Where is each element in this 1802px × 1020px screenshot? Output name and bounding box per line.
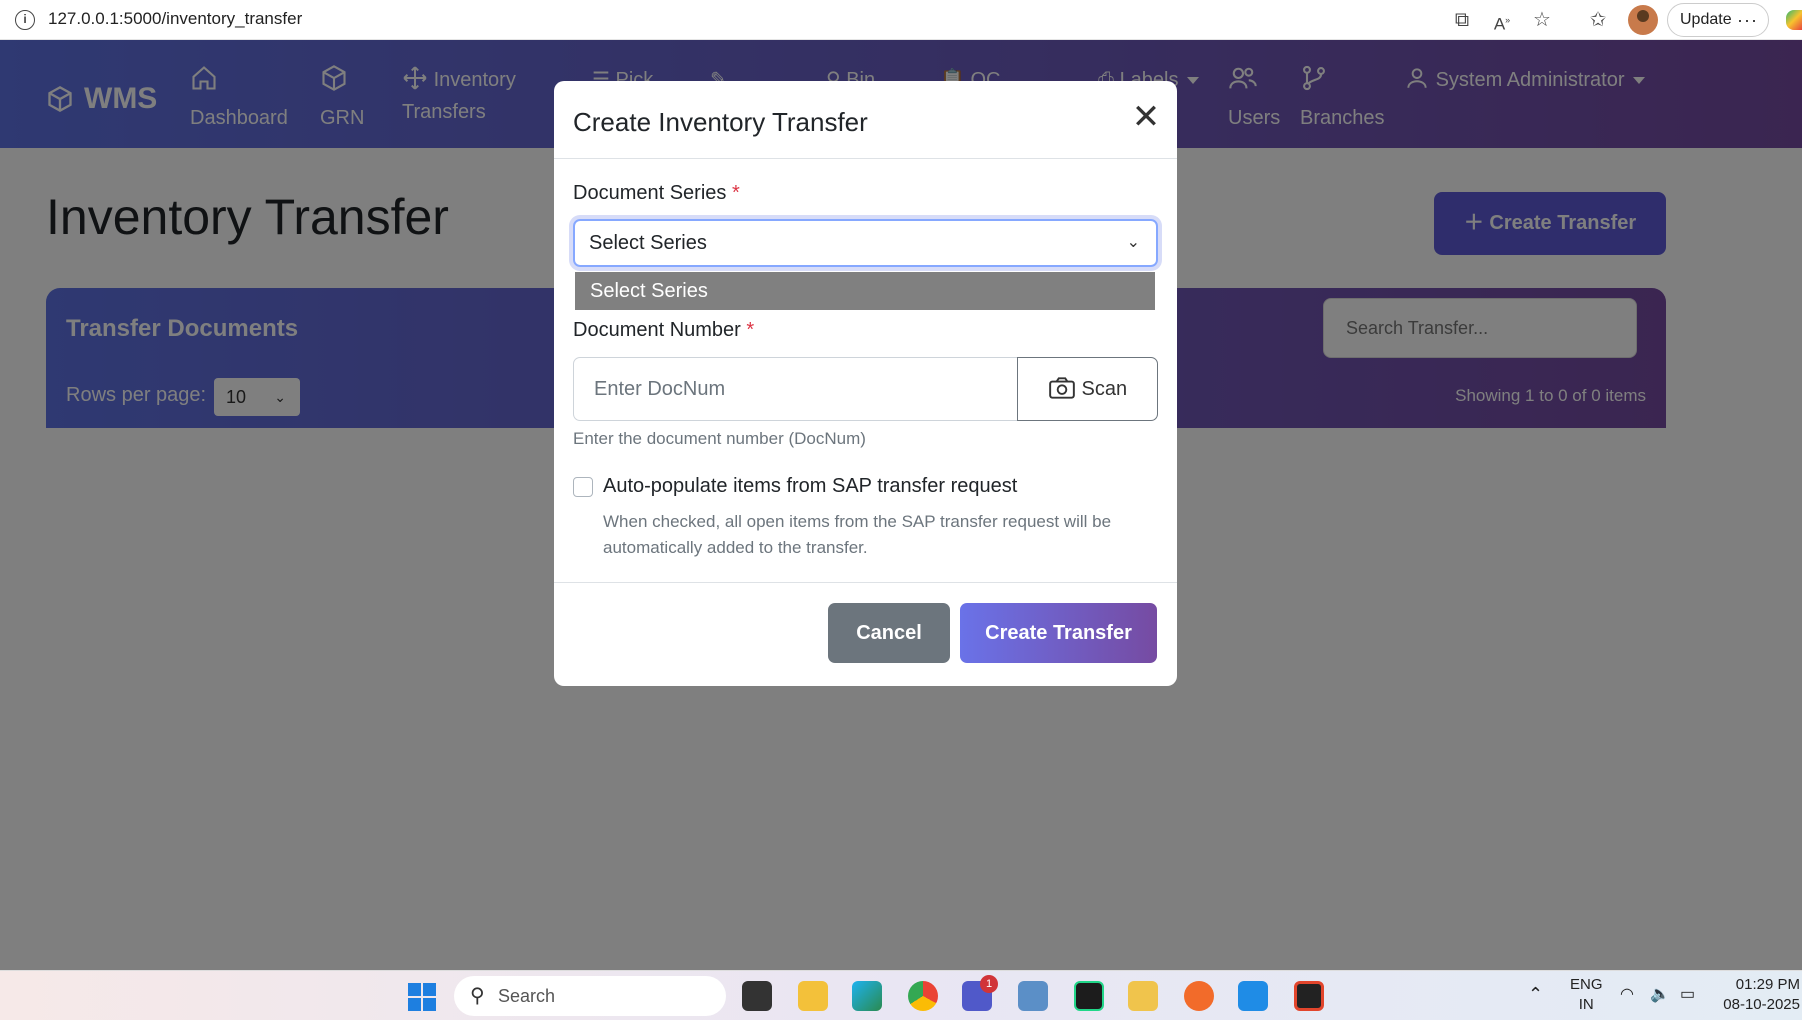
pycharm-icon[interactable] <box>1074 981 1104 1011</box>
notification-badge: 1 <box>980 975 998 993</box>
clock-date: 08-10-2025 <box>1723 996 1800 1013</box>
app-icon[interactable] <box>1294 981 1324 1011</box>
task-view-icon[interactable] <box>742 981 772 1011</box>
language-line-2: IN <box>1578 996 1594 1013</box>
document-series-value: Select Series <box>589 232 707 254</box>
chevron-up-icon[interactable]: ⌃ <box>1528 984 1543 1005</box>
taskbar-search-label: Search <box>498 986 556 1006</box>
language-indicator[interactable]: ENG IN <box>1570 975 1603 1015</box>
create-transfer-modal: Create Inventory Transfer ✕ Document Ser… <box>554 81 1177 686</box>
site-info-icon[interactable]: i <box>15 10 35 30</box>
modal-header: Create Inventory Transfer ✕ <box>554 81 1177 159</box>
address-url[interactable]: 127.0.0.1:5000/inventory_transfer <box>48 9 302 29</box>
document-number-label: Document Number * <box>573 319 754 342</box>
windows-start-icon[interactable] <box>408 983 436 1011</box>
document-number-help: Enter the document number (DocNum) <box>573 429 866 448</box>
snipping-tool-icon[interactable] <box>1128 981 1158 1011</box>
autopopulate-label[interactable]: Auto-populate items from SAP transfer re… <box>603 475 1017 498</box>
required-mark: * <box>731 182 740 204</box>
modal-title: Create Inventory Transfer <box>573 107 868 137</box>
clock-time: 01:29 PM <box>1735 976 1800 993</box>
taskbar-search[interactable]: ⚲ Search <box>454 976 726 1016</box>
camera-icon <box>1048 377 1076 400</box>
close-icon[interactable]: ✕ <box>1131 100 1161 134</box>
document-series-label-text: Document Series <box>573 182 727 204</box>
app-icon[interactable] <box>1018 981 1048 1011</box>
document-series-label: Document Series * <box>573 182 740 205</box>
document-series-select[interactable]: Select Series ⌄ <box>573 219 1158 267</box>
postman-icon[interactable] <box>1184 981 1214 1011</box>
scan-label: Scan <box>1081 378 1128 400</box>
taskbar-clock[interactable]: 01:29 PM 08-10-2025 <box>1722 975 1800 1015</box>
series-option[interactable]: Select Series <box>575 272 1155 310</box>
copilot-icon[interactable] <box>1786 10 1802 30</box>
document-number-label-text: Document Number <box>573 319 741 341</box>
scan-button[interactable]: Scan <box>1017 357 1158 421</box>
read-aloud-icon[interactable]: A» <box>1490 8 1514 34</box>
windows-taskbar: ⚲ Search 1 ⌃ ENG IN ◠ 🔈 ▭ 01:29 PM 08-10… <box>0 970 1802 1020</box>
modal-footer: Cancel Create Transfer <box>554 582 1177 686</box>
chrome-icon[interactable] <box>908 981 938 1011</box>
required-mark: * <box>746 319 755 341</box>
edge-browser-icon[interactable] <box>852 981 882 1011</box>
battery-icon[interactable]: ▭ <box>1680 984 1695 1004</box>
open-in-app-icon[interactable]: ⧉ <box>1450 8 1474 32</box>
update-button[interactable]: Update ··· <box>1667 3 1769 37</box>
search-icon: ⚲ <box>470 985 485 1007</box>
browser-address-bar: i 127.0.0.1:5000/inventory_transfer ⧉ A»… <box>0 0 1802 40</box>
document-number-input[interactable]: Enter DocNum <box>573 357 1018 421</box>
language-line-1: ENG <box>1570 976 1603 993</box>
chevron-down-icon: ⌄ <box>1126 234 1140 251</box>
cancel-button[interactable]: Cancel <box>828 603 950 663</box>
wifi-icon[interactable]: ◠ <box>1620 984 1634 1004</box>
autopopulate-description: When checked, all open items from the SA… <box>603 512 1112 557</box>
favorites-list-icon[interactable]: ✩ <box>1586 8 1610 32</box>
notepad-icon[interactable] <box>1238 981 1268 1011</box>
volume-icon[interactable]: 🔈 <box>1650 984 1670 1004</box>
submit-create-transfer-button[interactable]: Create Transfer <box>960 603 1157 663</box>
file-explorer-icon[interactable] <box>798 981 828 1011</box>
more-options-icon[interactable]: ··· <box>1737 4 1758 36</box>
profile-avatar[interactable] <box>1628 5 1658 35</box>
autopopulate-checkbox[interactable] <box>573 477 593 497</box>
favorite-star-icon[interactable]: ☆ <box>1530 8 1554 32</box>
update-label: Update <box>1680 11 1732 28</box>
